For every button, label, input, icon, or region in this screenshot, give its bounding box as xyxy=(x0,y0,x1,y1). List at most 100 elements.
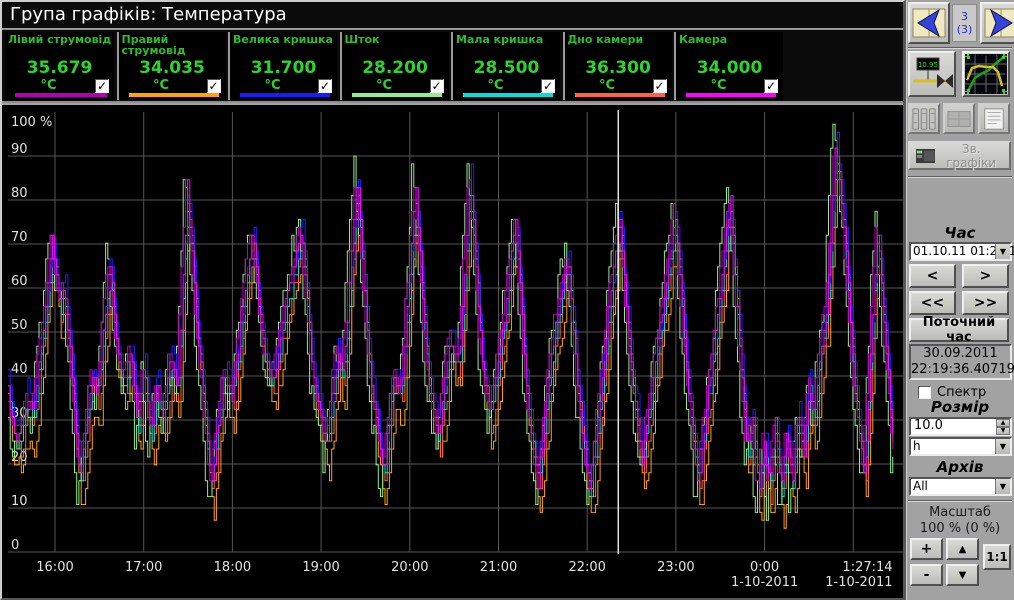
channel-name: Шток xyxy=(342,32,449,45)
channel-name: Камера xyxy=(676,32,783,45)
chart-region: Група графіків: Температура Лівий струмо… xyxy=(0,0,905,600)
size-unit-combo[interactable]: h ▼ xyxy=(909,437,1012,456)
legend-channel-3: Велика кришка31.700°C✓ xyxy=(228,32,337,100)
time-jump-forward-button[interactable]: >> xyxy=(962,291,1009,315)
trend-view-button[interactable] xyxy=(962,51,1010,97)
channel-unit: °C xyxy=(119,78,204,93)
dropdown-arrow-icon[interactable]: ▼ xyxy=(995,479,1010,494)
channel-color-bar xyxy=(129,93,219,97)
svg-text:100 %: 100 % xyxy=(11,115,52,130)
archive-combo[interactable]: All ▼ xyxy=(909,477,1012,496)
prev-group-button[interactable] xyxy=(908,2,950,44)
channel-visibility-checkbox[interactable]: ✓ xyxy=(764,79,778,93)
report-graphs-icon xyxy=(916,148,935,164)
legend-channel-2: Правий струмовід34.035°C✓ xyxy=(117,32,226,100)
dropdown-arrow-icon[interactable]: ▼ xyxy=(995,244,1010,259)
channel-visibility-checkbox[interactable]: ✓ xyxy=(541,79,555,93)
channel-name: Велика кришка xyxy=(230,32,337,45)
one-to-one-button[interactable]: 1:1 xyxy=(983,544,1011,570)
dropdown-arrow-icon[interactable]: ▼ xyxy=(995,439,1010,454)
table-view-icon xyxy=(947,107,971,131)
spinner-down-icon[interactable]: ▼ xyxy=(996,427,1010,435)
channel-name: Мала кришка xyxy=(453,32,560,45)
page-total: (3) xyxy=(953,23,976,36)
scale-header: Масштаб xyxy=(906,505,1014,520)
svg-text:16:00: 16:00 xyxy=(36,560,73,575)
current-time-button[interactable]: Поточний час xyxy=(909,318,1009,342)
time-combo[interactable]: 01.10.11 01:27:14 ▼ xyxy=(909,242,1012,261)
trend-plot[interactable]: 100 %102030405060708090016:0017:0018:001… xyxy=(2,105,903,598)
svg-text:50: 50 xyxy=(11,318,28,333)
channel-color-bar xyxy=(686,93,776,97)
time-section-header: Час xyxy=(906,224,1014,242)
page-indicator: 3 (3) xyxy=(952,4,977,42)
next-group-button[interactable] xyxy=(980,2,1014,44)
zoom-out-button[interactable]: - xyxy=(910,564,943,586)
channel-visibility-checkbox[interactable]: ✓ xyxy=(318,79,332,93)
svg-text:60: 60 xyxy=(11,274,28,289)
mnemonic-view-icon: 10.95 xyxy=(911,54,953,94)
pan-up-button[interactable]: ▲ xyxy=(946,538,979,560)
archive-header: Архів xyxy=(906,458,1014,476)
size-unit-value: h xyxy=(913,439,921,453)
table-view-button[interactable] xyxy=(943,103,975,134)
control-sidebar: 3 (3) 10.95 xyxy=(905,0,1014,600)
time-step-forward-button[interactable]: > xyxy=(962,264,1009,288)
channel-color-bar xyxy=(463,93,553,97)
svg-text:20:00: 20:00 xyxy=(391,560,428,575)
spinner-up-icon[interactable]: ▲ xyxy=(996,419,1010,427)
page-forward-icon xyxy=(984,6,1014,40)
svg-text:1-10-2011: 1-10-2011 xyxy=(825,575,892,590)
archive-time: 22:19:36.407196 xyxy=(911,362,1010,378)
channel-color-bar xyxy=(575,93,665,97)
zoom-in-button[interactable]: + xyxy=(910,538,943,560)
svg-text:80: 80 xyxy=(11,186,28,201)
document-view-button[interactable] xyxy=(978,103,1010,134)
size-spinner[interactable]: 10.0 ▲▼ xyxy=(909,417,1012,436)
legend-channel-4: Шток 28.200°C✓ xyxy=(340,32,449,100)
report-graphs-button[interactable]: Зв. графіки xyxy=(908,141,1011,170)
time-step-back-button[interactable]: < xyxy=(909,264,956,288)
trend-viewer-window: Група графіків: Температура Лівий струмо… xyxy=(0,0,1014,600)
legend-channel-6: Дно камери36.300°C✓ xyxy=(563,32,672,100)
channel-visibility-checkbox[interactable]: ✓ xyxy=(207,79,221,93)
page-current: 3 xyxy=(953,10,976,23)
size-value: 10.0 xyxy=(914,418,943,433)
channel-unit: °C xyxy=(342,78,427,93)
channel-unit: °C xyxy=(676,78,761,93)
svg-text:21:00: 21:00 xyxy=(480,560,517,575)
mnemonic-view-button[interactable]: 10.95 xyxy=(908,51,956,97)
size-header: Розмір xyxy=(906,398,1014,416)
page-title: Група графіків: Температура xyxy=(2,2,903,28)
channel-visibility-checkbox[interactable]: ✓ xyxy=(653,79,667,93)
svg-text:1-10-2011: 1-10-2011 xyxy=(731,575,798,590)
legend-channel-5: Мала кришка28.500°C✓ xyxy=(451,32,560,100)
gauges-icon xyxy=(912,107,936,131)
svg-text:23:00: 23:00 xyxy=(657,560,694,575)
svg-text:22:00: 22:00 xyxy=(568,560,605,575)
svg-text:17:00: 17:00 xyxy=(125,560,162,575)
archive-datetime-display: 30.09.2011 22:19:36.407196 xyxy=(909,344,1012,380)
legend-channel-1: Лівий струмовід35.679°C✓ xyxy=(5,32,114,100)
channel-visibility-checkbox[interactable]: ✓ xyxy=(95,79,109,93)
divider xyxy=(908,176,1012,178)
svg-text:10: 10 xyxy=(11,494,28,509)
svg-text:0:00: 0:00 xyxy=(750,560,779,575)
svg-text:0: 0 xyxy=(11,538,19,553)
channel-unit: °C xyxy=(565,78,650,93)
divider xyxy=(908,47,1012,49)
channel-color-bar xyxy=(240,93,330,97)
channel-visibility-checkbox[interactable]: ✓ xyxy=(430,79,444,93)
spectrum-checkbox[interactable] xyxy=(918,386,931,399)
svg-text:1:27:14: 1:27:14 xyxy=(842,560,892,575)
gauges-view-button[interactable] xyxy=(908,103,940,134)
svg-text:10.95: 10.95 xyxy=(918,61,938,69)
channel-value: 28.200 xyxy=(342,58,449,78)
pan-down-button[interactable]: ▼ xyxy=(946,564,979,586)
channel-color-bar xyxy=(352,93,442,97)
time-jump-back-button[interactable]: << xyxy=(909,291,956,315)
report-graphs-label: Зв. графіки xyxy=(939,142,1003,170)
svg-text:18:00: 18:00 xyxy=(214,560,251,575)
channel-name: Лівий струмовід xyxy=(5,32,114,45)
channel-value: 35.679 xyxy=(5,58,114,78)
